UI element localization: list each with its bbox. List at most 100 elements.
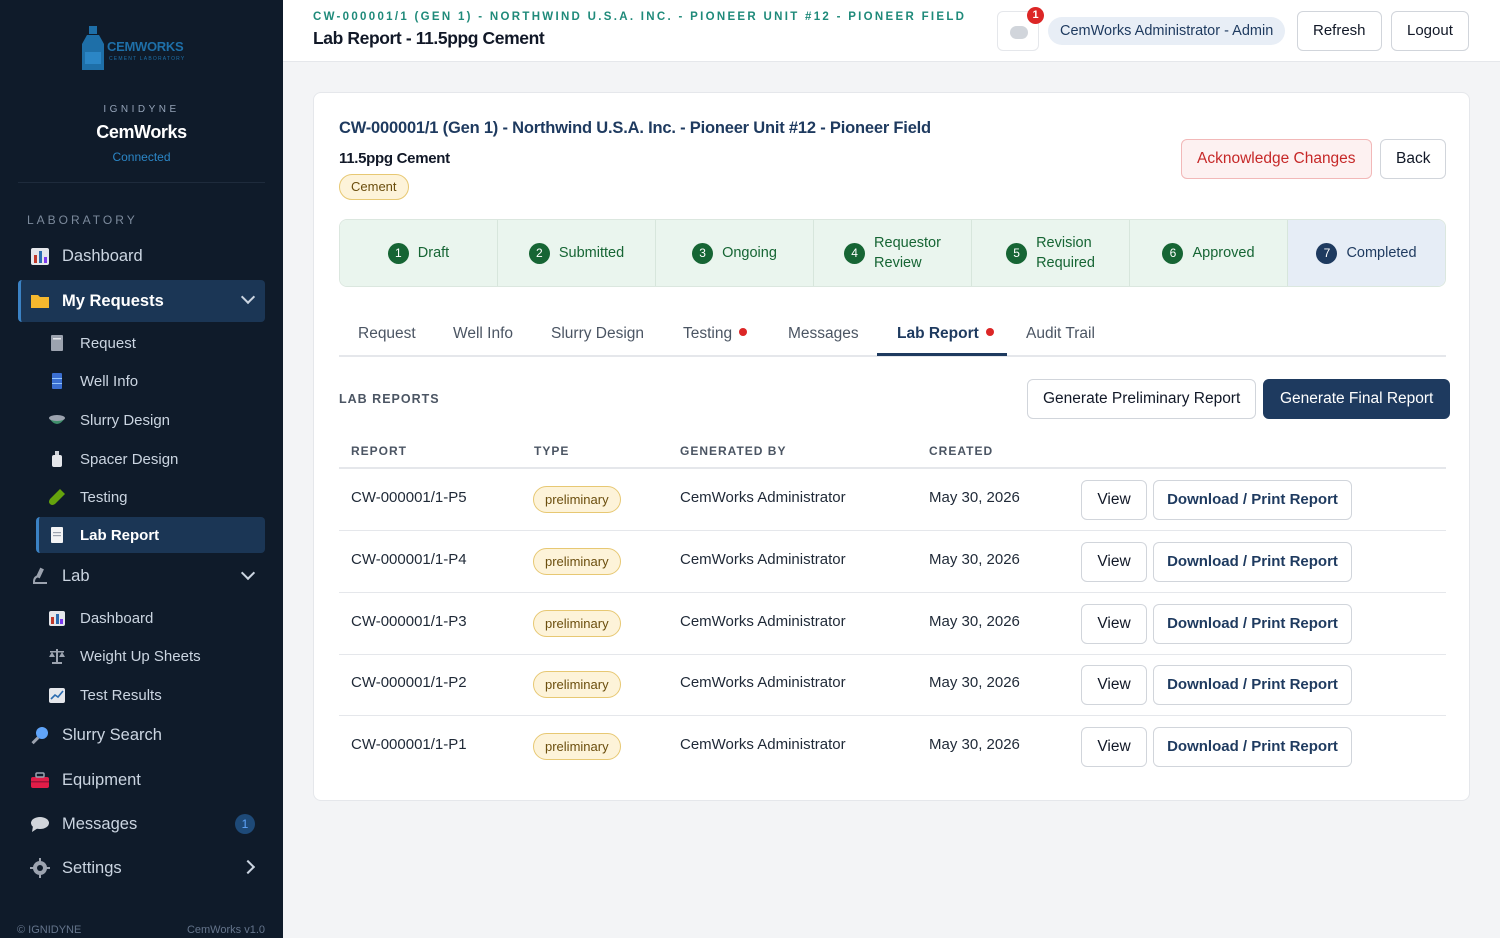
report-type-badge: preliminary [533, 486, 621, 513]
view-button[interactable]: View [1081, 665, 1147, 705]
tab-lab-report[interactable]: Lab Report [897, 325, 994, 343]
request-title: CW-000001/1 (Gen 1) - Northwind U.S.A. I… [339, 119, 931, 137]
sidebar-item-weight-up-sheets[interactable]: Weight Up Sheets [36, 638, 265, 674]
sidebar-section-label: LABORATORY [27, 213, 138, 227]
sidebar-item-label: Weight Up Sheets [80, 647, 201, 665]
sidebar-item-equipment[interactable]: Equipment [18, 760, 265, 800]
sidebar-item-label: Equipment [62, 770, 141, 789]
chat-bubble-icon [30, 814, 50, 834]
sidebar-item-label: Dashboard [62, 246, 143, 265]
step-revision-required: 5 Revision Required [972, 220, 1130, 286]
table-row: CW-000001/1-P1 preliminary CemWorks Admi… [339, 716, 1446, 778]
view-button[interactable]: View [1081, 604, 1147, 644]
step-number: 7 [1316, 242, 1338, 264]
top-bar: CW-000001/1 (GEN 1) - NORTHWIND U.S.A. I… [283, 0, 1500, 62]
download-print-button[interactable]: Download / Print Report [1153, 604, 1352, 644]
sidebar-item-dashboard[interactable]: Dashboard [18, 236, 265, 276]
report-type-badge: preliminary [533, 548, 621, 575]
tab-request[interactable]: Request [358, 325, 416, 343]
column-header-report: REPORT [351, 444, 408, 458]
chevron-down-icon [240, 289, 256, 305]
step-ongoing: 3 Ongoing [656, 220, 814, 286]
tab-audit-trail[interactable]: Audit Trail [1026, 325, 1095, 343]
gear-icon [30, 858, 50, 878]
download-print-button[interactable]: Download / Print Report [1153, 727, 1352, 767]
breadcrumb: CW-000001/1 (GEN 1) - NORTHWIND U.S.A. I… [313, 11, 967, 23]
table-row: CW-000001/1-P5 preliminary CemWorks Admi… [339, 469, 1446, 531]
generated-by: CemWorks Administrator [680, 613, 846, 630]
report-id: CW-000001/1-P4 [351, 551, 467, 568]
tab-bar: Request Well Info Slurry Design Testing … [339, 315, 1446, 357]
report-type-badge: preliminary [533, 671, 621, 698]
sidebar-item-request[interactable]: Request [36, 325, 265, 361]
sidebar-item-lab-report[interactable]: Lab Report [36, 517, 265, 553]
sidebar-item-messages[interactable]: Messages 1 [18, 804, 265, 844]
status-stepper: 1 Draft 2 Submitted 3 Ongoing 4 Requestor Rev… [339, 219, 1446, 287]
sidebar-item-label: Test Results [80, 686, 162, 704]
back-button[interactable]: Back [1380, 139, 1447, 179]
document-icon [48, 334, 66, 352]
tab-testing[interactable]: Testing [683, 325, 748, 343]
view-button[interactable]: View [1081, 542, 1147, 582]
created-date: May 30, 2026 [929, 674, 1020, 691]
logo-tagline: CEMENT LABORATORY [109, 56, 186, 62]
sidebar-item-testing[interactable]: Testing [36, 479, 265, 515]
database-icon [48, 372, 66, 390]
section-heading: LAB REPORTS [339, 392, 440, 406]
tab-slurry-design[interactable]: Slurry Design [551, 325, 644, 343]
bowl-icon [48, 411, 66, 429]
messages-button[interactable]: 1 [997, 7, 1044, 51]
generate-preliminary-report-button[interactable]: Generate Preliminary Report [1027, 379, 1257, 419]
sidebar-item-my-requests[interactable]: My Requests [18, 280, 265, 322]
report-id: CW-000001/1-P5 [351, 489, 467, 506]
chevron-right-icon [240, 859, 256, 875]
view-button[interactable]: View [1081, 727, 1147, 767]
created-date: May 30, 2026 [929, 736, 1020, 753]
toolbox-icon [30, 770, 50, 790]
logo-wordmark: CEMWORKS [107, 39, 184, 54]
download-print-button[interactable]: Download / Print Report [1153, 665, 1352, 705]
step-label: Ongoing [722, 245, 777, 261]
sidebar-item-slurry-search[interactable]: Slurry Search [18, 715, 265, 755]
logout-button[interactable]: Logout [1391, 11, 1469, 51]
tab-well-info[interactable]: Well Info [453, 325, 513, 343]
sidebar-item-label: Messages [62, 814, 138, 833]
sidebar-item-well-info[interactable]: Well Info [36, 363, 265, 399]
sidebar-item-label: Dashboard [80, 609, 154, 627]
page-icon [48, 526, 66, 544]
slurry-name: 11.5ppg Cement [339, 150, 450, 167]
sidebar-item-label: Slurry Search [62, 725, 162, 744]
report-id: CW-000001/1-P3 [351, 613, 467, 630]
step-completed: 7 Completed [1288, 220, 1445, 286]
view-button[interactable]: View [1081, 480, 1147, 520]
report-id: CW-000001/1-P2 [351, 674, 467, 691]
search-icon [30, 725, 50, 745]
bar-chart-icon [30, 246, 50, 266]
sidebar-item-slurry-design[interactable]: Slurry Design [36, 402, 265, 438]
sidebar-divider [18, 182, 265, 183]
unread-count-badge: 1 [235, 814, 255, 834]
sidebar-item-label: Testing [80, 488, 128, 506]
step-label: Draft [417, 245, 450, 261]
sidebar-item-lab-dashboard[interactable]: Dashboard [36, 600, 265, 636]
sidebar-item-spacer-design[interactable]: Spacer Design [36, 441, 265, 477]
brand-name: CemWorks [96, 122, 187, 142]
step-label-line2: Review [874, 255, 922, 271]
download-print-button[interactable]: Download / Print Report [1153, 542, 1352, 582]
step-approved: 6 Approved [1130, 220, 1288, 286]
tab-messages[interactable]: Messages [788, 325, 859, 343]
line-chart-icon [48, 686, 66, 704]
acknowledge-changes-button[interactable]: Acknowledge Changes [1181, 139, 1372, 179]
connection-status: Connected [112, 150, 171, 164]
generated-by: CemWorks Administrator [680, 736, 846, 753]
sidebar: CEMWORKS CEMENT LABORATORY IGNIDYNE CemW… [0, 0, 283, 938]
column-header-created: CREATED [929, 444, 994, 458]
sidebar-item-test-results[interactable]: Test Results [36, 677, 265, 713]
refresh-button[interactable]: Refresh [1297, 11, 1382, 51]
sidebar-item-settings[interactable]: Settings [18, 848, 265, 888]
scale-icon [48, 647, 66, 665]
generate-final-report-button[interactable]: Generate Final Report [1263, 379, 1451, 419]
sidebar-item-lab[interactable]: Lab [18, 556, 265, 596]
download-print-button[interactable]: Download / Print Report [1153, 480, 1352, 520]
table-row: CW-000001/1-P2 preliminary CemWorks Admi… [339, 654, 1446, 716]
